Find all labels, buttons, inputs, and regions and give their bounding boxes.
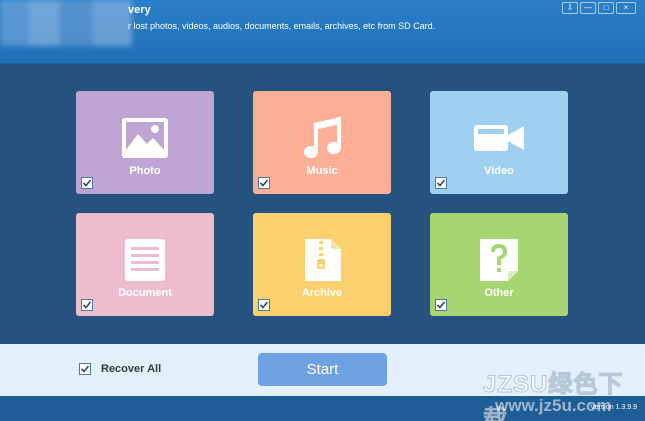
- tile-archive[interactable]: Archive: [253, 213, 391, 316]
- tile-checkbox-photo[interactable]: [81, 177, 93, 189]
- close-button[interactable]: ×: [616, 2, 636, 14]
- tile-checkbox-music[interactable]: [258, 177, 270, 189]
- document-icon: [125, 239, 165, 281]
- zip-archive-icon: [305, 239, 341, 281]
- video-camera-icon: [474, 125, 524, 151]
- tile-checkbox-video[interactable]: [435, 177, 447, 189]
- minimize-button[interactable]: —: [580, 2, 596, 14]
- photo-icon: [122, 118, 168, 158]
- tile-label: Other: [484, 287, 514, 299]
- tile-document[interactable]: Document: [76, 213, 214, 316]
- title-bar: very r lost photos, videos, audios, docu…: [0, 0, 645, 64]
- tile-checkbox-archive[interactable]: [258, 299, 270, 311]
- question-file-icon: [480, 239, 518, 281]
- recover-all-label[interactable]: Recover All: [101, 363, 161, 375]
- version-label: Version 1.3.9.9: [590, 404, 637, 411]
- app-subtitle: r lost photos, videos, audios, documents…: [128, 21, 436, 31]
- tile-other[interactable]: Other: [430, 213, 568, 316]
- app-title: very: [128, 4, 151, 16]
- tile-music[interactable]: Music: [253, 91, 391, 194]
- tile-label: Document: [118, 287, 172, 299]
- download-icon[interactable]: ⇩: [562, 2, 578, 14]
- start-button[interactable]: Start: [258, 353, 387, 386]
- recover-all-checkbox[interactable]: [79, 363, 91, 375]
- maximize-button[interactable]: □: [598, 2, 614, 14]
- action-bar: Recover All Start: [0, 344, 645, 396]
- music-note-icon: [304, 117, 341, 158]
- status-bar: Version 1.3.9.9: [0, 396, 645, 421]
- tile-checkbox-other[interactable]: [435, 299, 447, 311]
- file-type-grid: Photo Music Video Document Archive Other: [0, 64, 645, 344]
- tile-checkbox-document[interactable]: [81, 299, 93, 311]
- tile-photo[interactable]: Photo: [76, 91, 214, 194]
- app-logo-blurred: [0, 0, 132, 46]
- tile-label: Archive: [301, 287, 343, 299]
- tile-label: Photo: [129, 165, 161, 177]
- tile-label: Video: [484, 165, 514, 177]
- tile-label: Music: [306, 165, 338, 177]
- tile-video[interactable]: Video: [430, 91, 568, 194]
